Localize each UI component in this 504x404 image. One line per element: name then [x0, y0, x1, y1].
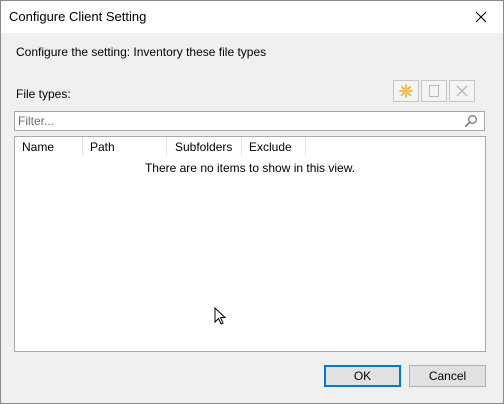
column-divider[interactable]: [241, 137, 242, 155]
delete-icon: [456, 85, 468, 97]
ok-button[interactable]: OK: [324, 365, 401, 387]
title-bar: Configure Client Setting: [1, 1, 503, 33]
empty-list-message: There are no items to show in this view.: [144, 161, 356, 175]
column-divider[interactable]: [305, 137, 306, 155]
delete-button[interactable]: [449, 80, 475, 102]
column-divider[interactable]: [166, 137, 167, 155]
new-file-type-button[interactable]: [393, 80, 419, 102]
search-icon[interactable]: [464, 114, 478, 128]
file-types-list[interactable]: Name Path Subfolders Exclude There are n…: [14, 136, 486, 352]
window-title: Configure Client Setting: [9, 9, 147, 24]
list-toolbar: [393, 80, 475, 102]
filter-box: [14, 111, 485, 131]
column-divider[interactable]: [82, 137, 83, 155]
close-button[interactable]: [459, 1, 503, 33]
column-header-subfolders[interactable]: Subfolders: [175, 140, 232, 154]
column-header-name[interactable]: Name: [22, 140, 54, 154]
file-types-label: File types:: [16, 87, 71, 101]
mouse-cursor-icon: [214, 307, 226, 325]
filter-input[interactable]: [18, 113, 448, 129]
setting-heading: Configure the setting: Inventory these f…: [16, 45, 267, 59]
list-header: Name Path Subfolders Exclude: [15, 137, 485, 155]
new-icon: [399, 84, 413, 98]
close-icon: [475, 11, 487, 23]
properties-button[interactable]: [421, 80, 447, 102]
column-header-path[interactable]: Path: [90, 140, 115, 154]
cancel-button[interactable]: Cancel: [409, 365, 486, 387]
configure-client-setting-dialog: Configure Client Setting Configure the s…: [0, 0, 504, 404]
properties-icon: [429, 85, 439, 97]
column-header-exclude[interactable]: Exclude: [249, 140, 292, 154]
